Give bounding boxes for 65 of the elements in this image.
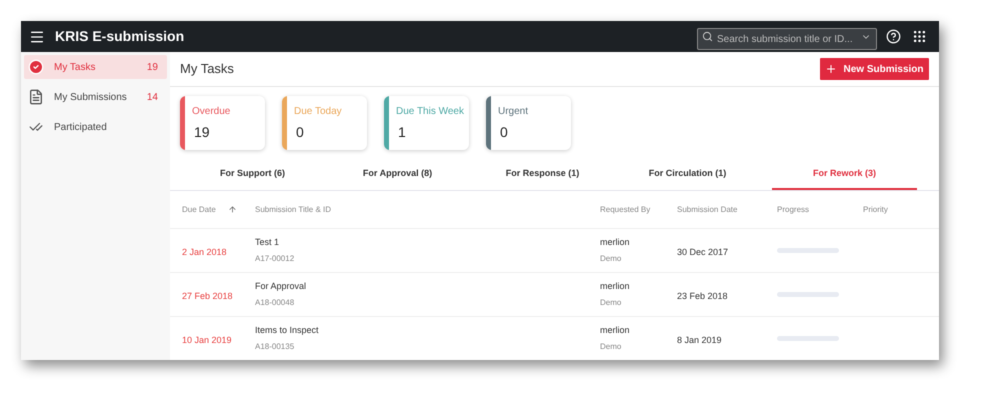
apps-grid-icon[interactable] — [912, 29, 927, 44]
double-check-icon — [29, 120, 43, 134]
new-submission-button[interactable]: New Submission — [820, 58, 929, 80]
requester-name: merlion — [600, 236, 631, 249]
card-label: Due This Week — [396, 105, 464, 119]
card-label: Urgent — [498, 105, 528, 119]
sidebar-item[interactable]: My Submissions 14 — [24, 85, 167, 109]
column-header[interactable]: Due Date — [182, 204, 216, 216]
card-count: 19 — [194, 123, 211, 142]
column-header[interactable]: Priority — [863, 204, 888, 216]
tab[interactable]: For Rework (3) — [772, 160, 917, 190]
column-header[interactable]: Submission Title & ID — [255, 204, 332, 216]
summary-card[interactable]: Overdue 19 — [180, 96, 265, 150]
plus-icon — [825, 63, 838, 75]
submission-title: Test 1 — [255, 236, 280, 249]
search-field[interactable]: Search submission title or ID... — [697, 28, 877, 50]
app-title: KRIS E-submission — [55, 27, 184, 46]
submission-date: 23 Feb 2018 — [677, 290, 728, 300]
sidebar-label: Participated — [54, 120, 108, 134]
submission-id: A18-00048 — [255, 297, 296, 310]
tab[interactable]: For Support (6) — [180, 160, 325, 190]
due-date: 27 Feb 2018 — [182, 290, 233, 300]
sort-arrow-icon[interactable] — [228, 205, 237, 214]
sidebar-count: 19 — [146, 60, 158, 74]
submission-title: Items to Inspect — [255, 324, 320, 337]
due-date: 2 Jan 2018 — [182, 246, 227, 256]
sidebar-count: 14 — [146, 90, 158, 104]
submission-date: 30 Dec 2017 — [677, 246, 728, 256]
tab[interactable]: For Response (1) — [470, 160, 615, 190]
submission-title: For Approval — [255, 280, 308, 293]
table-row[interactable]: 27 Feb 2018 For Approval A18-00048 merlion Demo 23 Feb 2018 — [170, 273, 939, 317]
page-title: My Tasks — [180, 60, 235, 78]
summary-card[interactable]: Due This Week 1 — [384, 96, 469, 150]
submission-date: 8 Jan 2019 — [677, 334, 722, 344]
column-header[interactable]: Submission Date — [677, 204, 738, 216]
table-row[interactable]: 2 Jan 2018 Test 1 A17-00012 merlion Demo 30 Dec 2017 — [170, 229, 939, 273]
sidebar-item[interactable]: Participated — [24, 115, 167, 139]
tab[interactable]: For Circulation (1) — [615, 160, 760, 190]
sidebar-item[interactable]: My Tasks 19 — [24, 55, 167, 79]
column-header[interactable]: Progress — [777, 204, 810, 216]
card-label: Overdue — [192, 105, 230, 119]
requester-name: merlion — [600, 280, 631, 293]
card-count: 1 — [398, 123, 407, 142]
table-row[interactable]: 10 Jan 2019 Items to Inspect A18-00135 merlion Demo 8 Jan 2019 — [170, 317, 939, 360]
requester-group: Demo — [600, 297, 677, 310]
card-count: 0 — [500, 123, 509, 142]
check-circle-icon — [28, 59, 44, 75]
tab[interactable]: For Approval (8) — [325, 160, 470, 190]
card-count: 0 — [296, 123, 305, 142]
search-icon — [702, 30, 713, 42]
submission-id: A17-00012 — [255, 253, 296, 266]
summary-card[interactable]: Due Today 0 — [282, 96, 367, 150]
document-icon — [28, 89, 44, 105]
requester-group: Demo — [600, 253, 677, 266]
requester-name: merlion — [600, 324, 631, 337]
menu-icon[interactable] — [29, 28, 45, 44]
sidebar-label: My Submissions — [54, 90, 128, 104]
help-icon[interactable] — [886, 29, 901, 44]
card-label: Due Today — [294, 105, 342, 119]
column-header[interactable]: Requested By — [600, 204, 650, 216]
sidebar-label: My Tasks — [54, 60, 96, 74]
submission-id: A18-00135 — [255, 341, 296, 354]
requester-group: Demo — [600, 341, 677, 354]
due-date: 10 Jan 2019 — [182, 334, 232, 344]
summary-card[interactable]: Urgent 0 — [486, 96, 571, 150]
